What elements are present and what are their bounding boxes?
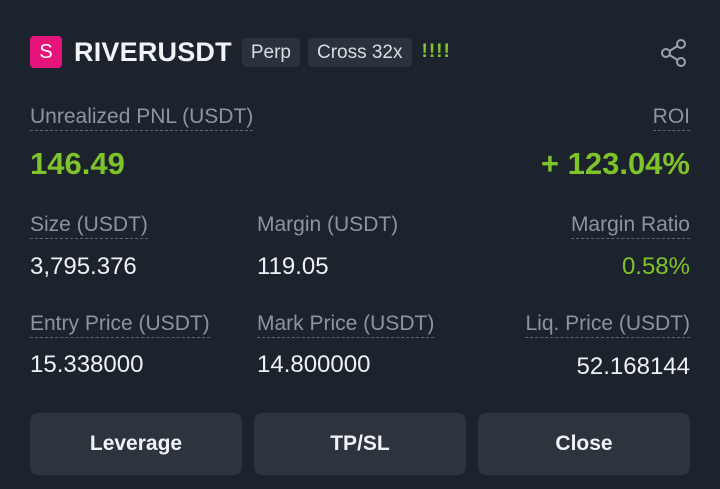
entry-price-label[interactable]: Entry Price (USDT) bbox=[30, 311, 210, 338]
mark-price-value: 14.800000 bbox=[257, 351, 371, 378]
margin-ratio-label[interactable]: Margin Ratio bbox=[570, 212, 690, 239]
unrealized-pnl-value: 146.49 bbox=[30, 146, 125, 181]
symbol-badge: S bbox=[30, 36, 62, 68]
tag-perp: Perp bbox=[241, 37, 300, 67]
margin-label: Margin (USDT) bbox=[257, 213, 399, 236]
liq-price-value: 52.168144 bbox=[576, 353, 690, 380]
roi-value: + 123.04% bbox=[540, 146, 690, 181]
symbol-name[interactable]: RIVERUSDT bbox=[74, 37, 232, 68]
size-label[interactable]: Size (USDT) bbox=[30, 212, 148, 239]
roi-label[interactable]: ROI bbox=[652, 104, 690, 131]
liq-price-label[interactable]: Liq. Price (USDT) bbox=[525, 311, 690, 338]
close-position-button[interactable]: Close bbox=[478, 413, 690, 475]
size-value: 3,795.376 bbox=[30, 253, 137, 280]
entry-price-value: 15.338000 bbox=[30, 351, 144, 378]
leverage-button[interactable]: Leverage bbox=[30, 413, 242, 475]
mark-price-label[interactable]: Mark Price (USDT) bbox=[257, 311, 435, 338]
unrealized-pnl-label[interactable]: Unrealized PNL (USDT) bbox=[30, 104, 254, 131]
signal-indicator: !!!! bbox=[421, 41, 451, 62]
tag-cross-leverage[interactable]: Cross 32x bbox=[307, 37, 412, 67]
position-header: S RIVERUSDT Perp Cross 32x !!!! bbox=[30, 36, 451, 68]
margin-value: 119.05 bbox=[257, 253, 329, 280]
margin-ratio-value: 0.58% bbox=[621, 253, 690, 280]
share-icon[interactable] bbox=[660, 39, 688, 67]
tpsl-button[interactable]: TP/SL bbox=[254, 413, 466, 475]
